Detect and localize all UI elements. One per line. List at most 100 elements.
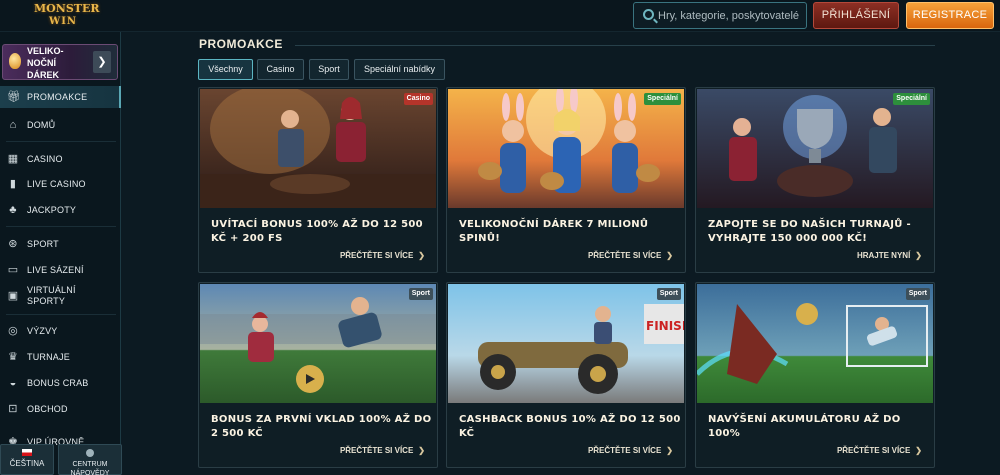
read-more-label: PŘEČTĚTE SI VÍCE — [836, 446, 911, 455]
sidebar-item-label: LIVE SÁZENÍ — [27, 265, 84, 275]
easter-gift-banner[interactable]: VELIKO-NOČNÍ DÁREK ❯ — [2, 44, 118, 80]
sidebar-item-virtualni-sporty[interactable]: ▣ VIRTUÁLNÍ SPORTY — [0, 285, 121, 307]
chevron-right-icon: ❯ — [418, 251, 425, 260]
sidebar-item-vyzvy[interactable]: ◎ VÝZVY — [0, 320, 121, 342]
slot-icon: ▦ — [7, 153, 19, 165]
sidebar-item-sport[interactable]: ⊛ SPORT — [0, 233, 121, 255]
tab-vsechny[interactable]: Všechny — [198, 59, 253, 80]
sidebar-item-promoakce[interactable]: 🎁︎ PROMOAKCE — [0, 86, 121, 108]
promo-card-accumulator-boost[interactable]: Sport NAVÝŠENÍ AKUMULÁTORU AŽ DO 100% PŘ… — [695, 282, 935, 468]
promo-card-tournaments[interactable]: Speciální ZAPOJTE SE DO NAŠICH TURNAJŮ -… — [695, 87, 935, 273]
chevron-right-icon: ❯ — [666, 251, 673, 260]
category-badge: Casino — [403, 93, 433, 105]
logo-line2: WIN — [48, 16, 78, 27]
sidebar-item-label: OBCHOD — [27, 404, 68, 414]
promo-title: BONUS ZA PRVNÍ VKLAD 100% AŽ DO 2 500 KČ — [211, 414, 432, 439]
svg-text:FINISH: FINISH — [646, 319, 684, 333]
virtual-icon: ▣ — [7, 290, 19, 302]
ball-icon: ⊛ — [8, 238, 18, 250]
sidebar-item-jackpoty[interactable]: ♣ JACKPOTY — [0, 199, 121, 221]
read-more-label: PŘEČTĚTE SI VÍCE — [339, 251, 414, 260]
read-more-link[interactable]: PŘEČTĚTE SI VÍCE ❯ — [588, 446, 673, 455]
promo-title: VELIKONOČNÍ DÁREK 7 MILIONŮ SPINŮ! — [459, 219, 649, 244]
tab-casino[interactable]: Casino — [257, 59, 304, 80]
logo-line1: MONSTER — [34, 2, 100, 15]
play-now-link[interactable]: HRAJTE NYNÍ ❯ — [857, 251, 922, 260]
sidebar-divider — [6, 141, 116, 142]
read-more-link[interactable]: PŘEČTĚTE SI VÍCE ❯ — [837, 446, 922, 455]
promo-image-casino-characters — [200, 89, 436, 208]
promo-card-cashback[interactable]: FINISH Sport CASHBACK BONUS 10% AŽ DO 12… — [446, 282, 686, 468]
search-input[interactable] — [658, 7, 804, 25]
read-more-label: PŘEČTĚTE SI VÍCE — [339, 446, 414, 455]
tab-specialni-nabidky[interactable]: Speciální nabídky — [354, 59, 445, 80]
title-divider — [295, 45, 935, 46]
promo-image-football-kick — [697, 284, 933, 403]
sidebar-item-casino[interactable]: ▦ CASINO — [0, 148, 121, 170]
search-box[interactable] — [633, 2, 807, 29]
promo-title: CASHBACK BONUS 10% AŽ DO 12 500 KČ — [459, 414, 681, 439]
promo-image-easter-bunnies — [448, 89, 684, 208]
category-badge: Sport — [408, 288, 433, 300]
sidebar-item-label: VIRTUÁLNÍ SPORTY — [27, 285, 76, 306]
read-more-link[interactable]: PŘEČTĚTE SI VÍCE ❯ — [340, 251, 425, 260]
easter-banner-label: VELIKO-NOČNÍ DÁREK — [27, 46, 64, 80]
gift-icon: 🎁︎ — [7, 91, 22, 103]
sidebar-item-live-casino[interactable]: ▮ LIVE CASINO — [0, 173, 121, 195]
promo-title: UVÍTACÍ BONUS 100% AŽ DO 12 500 KČ + 200… — [211, 219, 423, 244]
sidebar-item-label: TURNAJE — [27, 352, 70, 362]
sidebar-item-bonus-crab[interactable]: ◒ BONUS CRAB — [0, 372, 121, 394]
promo-title: NAVÝŠENÍ AKUMULÁTORU AŽ DO 100% — [708, 414, 901, 439]
help-label: CENTRUM NÁPOVĚDY — [70, 461, 110, 475]
read-more-link[interactable]: PŘEČTĚTE SI VÍCE ❯ — [340, 446, 425, 455]
chevron-right-icon[interactable]: ❯ — [93, 51, 111, 73]
category-badge: Speciální — [893, 93, 930, 105]
czech-flag-icon — [22, 449, 32, 456]
home-icon: ⌂ — [9, 119, 17, 131]
crab-icon: ◒ — [9, 377, 17, 389]
sidebar-item-obchod[interactable]: ⊡ OBCHOD — [0, 398, 121, 420]
page-title: PROMOAKCE — [199, 37, 283, 51]
sidebar-item-turnaje[interactable]: ♛ TURNAJE — [0, 346, 121, 368]
register-button[interactable]: REGISTRACE — [906, 2, 994, 29]
promo-card-easter-gift[interactable]: Speciální VELIKONOČNÍ DÁREK 7 MILIONŮ SP… — [446, 87, 686, 273]
promo-image-race-car: FINISH — [448, 284, 684, 403]
sidebar-item-live-sazeni[interactable]: ▭ LIVE SÁZENÍ — [0, 259, 121, 281]
promo-image-football-players — [200, 284, 436, 403]
live-icon: ▭ — [7, 264, 19, 276]
category-badge: Sport — [905, 288, 930, 300]
sidebar-item-label: SPORT — [27, 239, 59, 249]
chevron-right-icon: ❯ — [915, 446, 922, 455]
sidebar-item-label: CASINO — [27, 154, 63, 164]
language-button[interactable]: ČEŠTINA — [0, 444, 54, 475]
egg-icon — [9, 53, 21, 69]
sidebar-divider — [6, 226, 116, 227]
clover-icon: ♣ — [9, 204, 17, 216]
help-icon — [86, 449, 94, 457]
sidebar-item-label: LIVE CASINO — [27, 179, 86, 189]
category-badge: Sport — [656, 288, 681, 300]
read-more-label: PŘEČTĚTE SI VÍCE — [587, 446, 662, 455]
play-now-label: HRAJTE NYNÍ — [856, 251, 911, 260]
language-label: ČEŠTINA — [9, 459, 45, 468]
sidebar-item-label: DOMŮ — [27, 120, 56, 130]
search-icon — [643, 9, 654, 20]
promo-card-welcome-bonus[interactable]: Casino UVÍTACÍ BONUS 100% AŽ DO 12 500 K… — [198, 87, 438, 273]
sidebar-item-label: VÝZVY — [27, 326, 58, 336]
promo-card-first-deposit[interactable]: Sport BONUS ZA PRVNÍ VKLAD 100% AŽ DO 2 … — [198, 282, 438, 468]
target-icon: ◎ — [8, 325, 18, 337]
trophy-icon: ♛ — [7, 351, 19, 363]
tab-sport[interactable]: Sport — [309, 59, 349, 80]
chevron-right-icon: ❯ — [418, 446, 425, 455]
sidebar-item-domu[interactable]: ⌂ DOMŮ — [0, 114, 121, 136]
sidebar-divider — [6, 314, 116, 315]
read-more-link[interactable]: PŘEČTĚTE SI VÍCE ❯ — [588, 251, 673, 260]
category-badge: Speciální — [644, 93, 681, 105]
logo[interactable]: MONSTER WIN — [34, 2, 100, 30]
help-center-button[interactable]: CENTRUM NÁPOVĚDY — [58, 444, 122, 475]
read-more-label: PŘEČTĚTE SI VÍCE — [587, 251, 662, 260]
promo-image-tournament-trophy — [697, 89, 933, 208]
bag-icon: ⊡ — [8, 403, 18, 415]
sidebar-item-label: BONUS CRAB — [27, 378, 89, 388]
login-button[interactable]: PŘIHLÁŠENÍ — [813, 2, 899, 29]
